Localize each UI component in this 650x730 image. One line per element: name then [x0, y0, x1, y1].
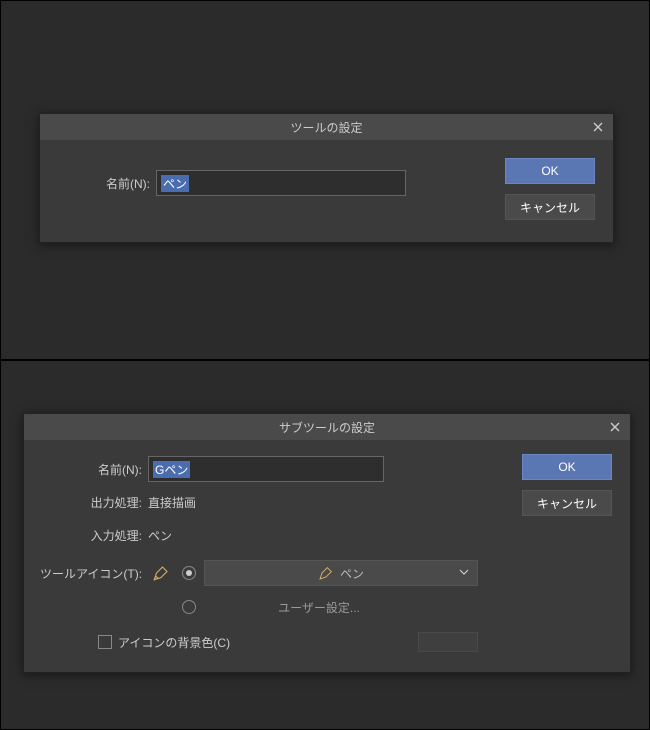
name-label: 名前(N):: [56, 175, 156, 192]
radio-preset-icon[interactable]: [182, 566, 196, 580]
tool-settings-dialog: ツールの設定 名前(N): ペン OK キャンセル: [39, 113, 614, 243]
subtool-settings-dialog: サブツールの設定 名前(N): Gペン 出力処理: 直接描画 入力処理: ペン: [23, 413, 631, 673]
dropdown-value: ペン: [340, 565, 364, 582]
radio-user-icon[interactable]: [182, 600, 196, 614]
name-row: 名前(N): Gペン: [40, 456, 478, 482]
tool-icon-preview: [148, 562, 174, 584]
name-input[interactable]: Gペン: [148, 456, 384, 482]
bg-color-label: アイコンの背景色(C): [118, 634, 230, 651]
output-row: 出力処理: 直接描画: [40, 494, 478, 511]
user-icon-row: ユーザー設定...: [40, 596, 478, 618]
name-label: 名前(N):: [40, 461, 148, 478]
output-label: 出力処理:: [40, 494, 148, 511]
dialog-title: ツールの設定: [46, 119, 607, 136]
name-input-value: ペン: [161, 175, 189, 192]
dialog-title: サブツールの設定: [30, 419, 624, 436]
output-value: 直接描画: [148, 494, 196, 511]
pen-icon: [318, 565, 334, 581]
bg-color-row: アイコンの背景色(C): [40, 632, 478, 652]
input-value: ペン: [148, 527, 172, 544]
bg-color-checkbox[interactable]: [98, 635, 112, 649]
bg-color-swatch[interactable]: [418, 632, 478, 652]
button-column: OK キャンセル: [505, 158, 595, 230]
pen-icon: [152, 564, 170, 582]
ok-button[interactable]: OK: [505, 158, 595, 184]
input-row: 入力処理: ペン: [40, 527, 478, 544]
name-input[interactable]: ペン: [156, 170, 406, 196]
input-label: 入力処理:: [40, 527, 148, 544]
spacer-icon: [148, 596, 174, 618]
outer-panel-2: サブツールの設定 名前(N): Gペン 出力処理: 直接描画 入力処理: ペン: [0, 360, 650, 730]
cancel-button[interactable]: キャンセル: [522, 490, 612, 516]
tool-icon-label: ツールアイコン(T):: [40, 565, 148, 582]
ok-button[interactable]: OK: [522, 454, 612, 480]
button-column: OK キャンセル: [522, 454, 612, 526]
user-setting-link[interactable]: ユーザー設定...: [204, 599, 434, 616]
close-icon: [593, 122, 603, 132]
dialog-body: 名前(N): Gペン 出力処理: 直接描画 入力処理: ペン ツールアイコン(T…: [24, 440, 494, 672]
close-icon: [610, 422, 620, 432]
titlebar: サブツールの設定: [24, 414, 630, 440]
name-input-value: Gペン: [153, 461, 190, 478]
chevron-down-icon: [459, 566, 469, 580]
tool-icon-row: ツールアイコン(T): ペン: [40, 560, 478, 586]
cancel-button[interactable]: キャンセル: [505, 194, 595, 220]
titlebar: ツールの設定: [40, 114, 613, 140]
close-button[interactable]: [587, 116, 609, 138]
close-button[interactable]: [604, 416, 626, 438]
outer-panel-1: ツールの設定 名前(N): ペン OK キャンセル: [0, 0, 650, 360]
icon-dropdown[interactable]: ペン: [204, 560, 478, 586]
